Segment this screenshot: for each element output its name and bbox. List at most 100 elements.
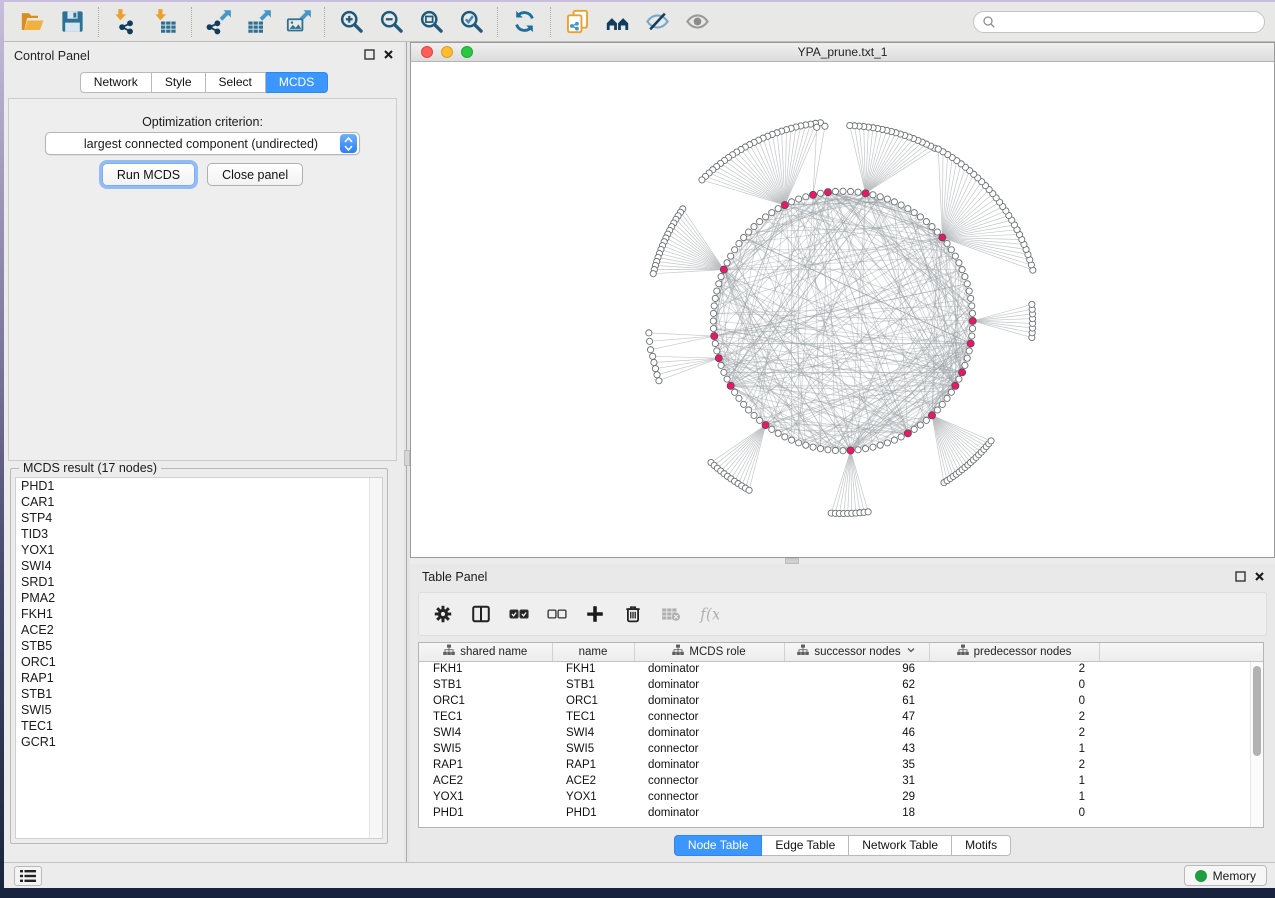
refresh-icon[interactable] [504,5,544,39]
panel-title: Table Panel [422,570,487,584]
list-item[interactable]: SWI4 [16,558,382,574]
tab-motifs[interactable]: Motifs [952,835,1011,856]
node-table-body: FKH1FKH1dominator962STB1STB1dominator620… [419,661,1263,821]
chevron-down-icon[interactable] [906,645,916,658]
export-image-icon[interactable] [278,5,318,39]
table-row[interactable]: SWI4SWI4dominator462 [419,725,1263,741]
scrollbar-thumb[interactable] [1253,666,1261,756]
select-stepper-icon [340,134,357,153]
list-scrollbar[interactable] [369,478,382,838]
list-item[interactable]: GCR1 [16,734,382,750]
zoom-out-icon[interactable] [371,5,411,39]
columns-icon[interactable] [469,602,493,626]
application-window: Control Panel NetworkStyleSelectMCDS Opt… [4,2,1275,888]
list-item[interactable]: ACE2 [16,622,382,638]
function-icon: f(x) [697,602,721,626]
table-panel-header: Table Panel [410,564,1275,590]
search-input[interactable] [996,15,1256,29]
list-item[interactable]: TEC1 [16,718,382,734]
zoom-in-icon[interactable] [331,5,371,39]
copy-network-icon[interactable] [557,5,597,39]
table-row[interactable]: STB1STB1dominator620 [419,677,1263,693]
mcds-panel: Optimization criterion: largest connecte… [8,98,397,461]
list-item[interactable]: PHD1 [16,478,382,494]
memory-status-icon [1195,870,1207,882]
table-tabs: Node TableEdge TableNetwork TableMotifs [410,835,1275,856]
table-row[interactable]: FKH1FKH1dominator962 [419,661,1263,677]
criterion-selected-value: largest connected component (undirected) [46,137,340,151]
table-row[interactable]: ACE2ACE2connector311 [419,773,1263,789]
tab-network-table[interactable]: Network Table [849,835,952,856]
table-row[interactable]: RAP1RAP1dominator352 [419,757,1263,773]
list-item[interactable]: RAP1 [16,670,382,686]
criterion-select[interactable]: largest connected component (undirected) [45,132,360,155]
list-item[interactable]: YOX1 [16,542,382,558]
list-item[interactable]: STB5 [16,638,382,654]
tab-mcds[interactable]: MCDS [266,72,328,93]
zoom-selected-icon[interactable] [451,5,491,39]
tab-style[interactable]: Style [152,72,206,93]
show-all-icon[interactable] [677,5,717,39]
close-icon[interactable] [383,49,394,60]
export-table-icon[interactable] [238,5,278,39]
control-panel-header: Control Panel [4,42,404,70]
select-all-icon[interactable] [507,602,531,626]
column-header[interactable]: predecessor nodes [929,643,1099,661]
table-row[interactable]: TEC1TEC1connector472 [419,709,1263,725]
toolbar-separator [98,7,99,37]
import-network-icon[interactable] [105,5,145,39]
table-row[interactable]: SWI5SWI5connector431 [419,741,1263,757]
optimization-criterion-label: Optimization criterion: [9,115,396,129]
table-row[interactable]: YOX1YOX1connector291 [419,789,1263,805]
list-item[interactable]: STB1 [16,686,382,702]
list-item[interactable]: ORC1 [16,654,382,670]
network-title: YPA_prune.txt_1 [411,45,1274,59]
zoom-fit-icon[interactable] [411,5,451,39]
network-window-titlebar[interactable]: YPA_prune.txt_1 [411,43,1274,62]
list-item[interactable]: SWI5 [16,702,382,718]
tab-select[interactable]: Select [206,72,266,93]
close-icon[interactable] [1254,571,1265,582]
settings-icon[interactable] [431,602,455,626]
toolbar-separator [550,7,551,37]
table-panel: Table Panel f(x) shared namenameMCDS rol… [410,564,1275,862]
add-icon[interactable] [583,602,607,626]
column-header[interactable]: shared name [419,643,552,661]
list-item[interactable]: CAR1 [16,494,382,510]
mcds-result-list-box: PHD1CAR1STP4TID3YOX1SWI4SRD1PMA2FKH1ACE2… [15,477,383,839]
list-item[interactable]: FKH1 [16,606,382,622]
run-mcds-button[interactable]: Run MCDS [102,163,195,186]
list-item[interactable]: SRD1 [16,574,382,590]
search-box[interactable] [973,11,1265,33]
network-canvas[interactable] [411,62,1274,557]
column-header[interactable]: MCDS role [634,643,784,661]
control-panel-tabs: NetworkStyleSelectMCDS [4,72,404,93]
panel-title: Control Panel [14,49,90,63]
tab-node-table[interactable]: Node Table [674,835,763,856]
export-network-icon[interactable] [198,5,238,39]
list-item[interactable]: TID3 [16,526,382,542]
tab-edge-table[interactable]: Edge Table [762,835,849,856]
import-table-icon[interactable] [145,5,185,39]
table-row[interactable]: ORC1ORC1dominator610 [419,693,1263,709]
mcds-result-title: MCDS result (17 nodes) [19,461,161,475]
task-history-button[interactable] [14,866,42,886]
table-row[interactable]: PHD1PHD1dominator180 [419,805,1263,821]
float-icon[interactable] [1235,571,1246,582]
list-item[interactable]: STP4 [16,510,382,526]
hide-selected-icon[interactable] [637,5,677,39]
table-scrollbar[interactable] [1250,662,1263,827]
delete-table-icon [659,602,683,626]
open-file-icon[interactable] [12,5,52,39]
list-item[interactable]: PMA2 [16,590,382,606]
tab-network[interactable]: Network [80,72,152,93]
first-neighbors-icon[interactable] [597,5,637,39]
save-session-icon[interactable] [52,5,92,39]
column-header[interactable]: name [552,643,634,661]
delete-icon[interactable] [621,602,645,626]
close-panel-button[interactable]: Close panel [207,163,303,186]
column-header[interactable]: successor nodes [784,643,929,661]
float-icon[interactable] [364,49,375,60]
memory-button[interactable]: Memory [1184,865,1267,886]
deselect-all-icon[interactable] [545,602,569,626]
